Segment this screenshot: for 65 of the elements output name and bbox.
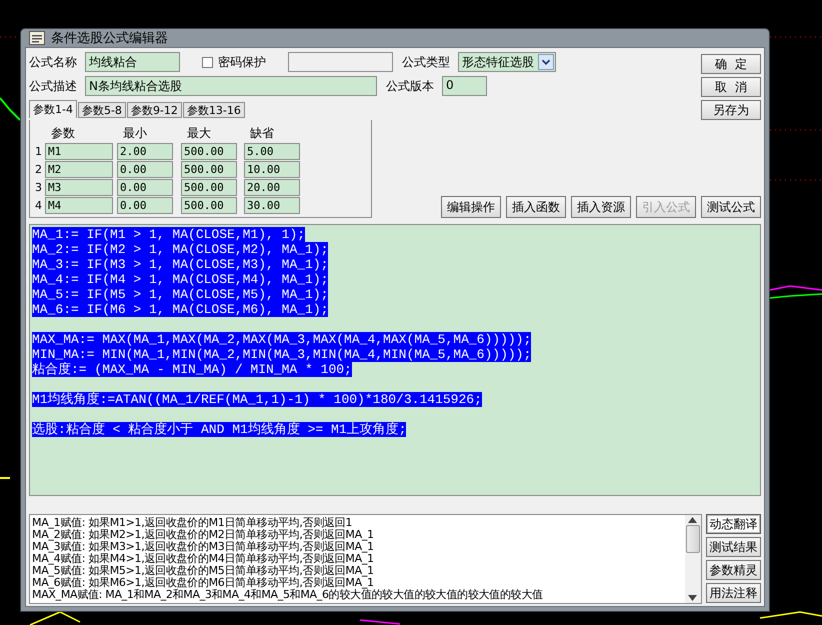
parameter-field[interactable]: M1 [45, 142, 113, 160]
parameter-field[interactable]: M3 [45, 178, 113, 196]
field-label: 公式描述 [29, 78, 78, 94]
row-number: 4 [35, 198, 43, 212]
scroll-thumb[interactable] [686, 525, 700, 553]
scroll-up-icon[interactable] [688, 517, 698, 523]
name-field[interactable]: 均线粘合 [85, 52, 180, 72]
app-icon [29, 31, 45, 45]
password-field[interactable] [288, 52, 393, 72]
password-checkbox[interactable] [202, 56, 213, 68]
window-title: 条件选股公式编辑器 [51, 30, 168, 47]
field-label: 公式版本 [386, 78, 435, 94]
action-button[interactable]: 测试公式 [701, 196, 761, 218]
parameter-field[interactable]: M2 [45, 160, 113, 178]
row-number: 3 [35, 180, 43, 194]
description-field[interactable]: N条均线粘合选股 [85, 76, 377, 96]
parameter-field[interactable]: 500.00 [181, 196, 237, 214]
parameter-field[interactable]: 10.00 [244, 160, 300, 178]
parameter-field[interactable]: 500.00 [181, 142, 237, 160]
dialog-button[interactable]: 另存为 [701, 100, 761, 120]
parameter-field[interactable]: 500.00 [181, 178, 237, 196]
scrollbar[interactable] [684, 515, 701, 603]
column-header: 参数 [50, 127, 76, 139]
parameter-field[interactable]: 500.00 [181, 160, 237, 178]
type-select[interactable]: 形态特征选股 [458, 52, 556, 72]
field-label: 公式类型 [402, 54, 451, 70]
field-label: 公式名称 [29, 54, 78, 70]
help-line: MA_3赋值: 如果M3>1,返回收盘价的M3日简单移动平均,否则返回MA_1 [32, 541, 375, 553]
column-header: 最小 [122, 127, 148, 139]
help-button[interactable]: 测试结果 [706, 537, 761, 557]
help-line: MA_2赋值: 如果M2>1,返回收盘价的M2日简单移动平均,否则返回MA_1 [32, 529, 375, 541]
parameter-field[interactable]: 20.00 [244, 178, 300, 196]
parameter-field[interactable]: 30.00 [244, 196, 300, 214]
tab[interactable]: 参数1-4 [29, 100, 77, 118]
chevron-down-icon [538, 54, 554, 70]
parameter-field[interactable]: 0.00 [117, 160, 173, 178]
help-line: MA_4赋值: 如果M4>1,返回收盘价的M4日简单移动平均,否则返回MA_1 [32, 553, 375, 565]
parameter-field[interactable]: 2.00 [117, 142, 173, 160]
help-line: MA_1赋值: 如果M1>1,返回收盘价的M1日简单移动平均,否则返回1 [32, 517, 354, 529]
help-line: MA_6赋值: 如果M6>1,返回收盘价的M6日简单移动平均,否则返回MA_1 [32, 577, 375, 589]
dialog-button[interactable]: 取 消 [701, 77, 761, 97]
action-button[interactable]: 插入资源 [571, 196, 631, 218]
dialog-button[interactable]: 确 定 [701, 54, 761, 74]
tab[interactable]: 参数9-12 [126, 102, 182, 118]
tab[interactable]: 参数5-8 [78, 102, 126, 118]
help-button[interactable]: 动态翻译 [706, 514, 761, 534]
column-header: 最大 [186, 127, 212, 139]
code-editor[interactable] [29, 224, 761, 496]
help-line: MAX_MA赋值: MA_1和MA_2和MA_3和MA_4和MA_5和MA_6的较大值的较大值的较大值的较大值的较大值 [32, 589, 544, 601]
action-button[interactable]: 编辑操作 [441, 196, 501, 218]
parameter-field[interactable]: 0.00 [117, 196, 173, 214]
checkbox-label: 密码保护 [218, 54, 267, 70]
help-button[interactable]: 参数精灵 [706, 560, 761, 580]
tab[interactable]: 参数13-16 [182, 102, 245, 118]
scroll-down-icon[interactable] [688, 595, 698, 601]
parameter-field[interactable]: M4 [45, 196, 113, 214]
row-number: 1 [35, 144, 43, 158]
parameter-field[interactable]: 5.00 [244, 142, 300, 160]
help-line: MA_5赋值: 如果M5>1,返回收盘价的M5日简单移动平均,否则返回MA_1 [32, 565, 375, 577]
row-number: 2 [35, 162, 43, 176]
help-button[interactable]: 用法注释 [706, 583, 761, 603]
parameter-field[interactable]: 0.00 [117, 178, 173, 196]
version-field[interactable]: 0 [442, 76, 487, 96]
action-button[interactable]: 插入函数 [506, 196, 566, 218]
column-header: 缺省 [249, 127, 275, 139]
